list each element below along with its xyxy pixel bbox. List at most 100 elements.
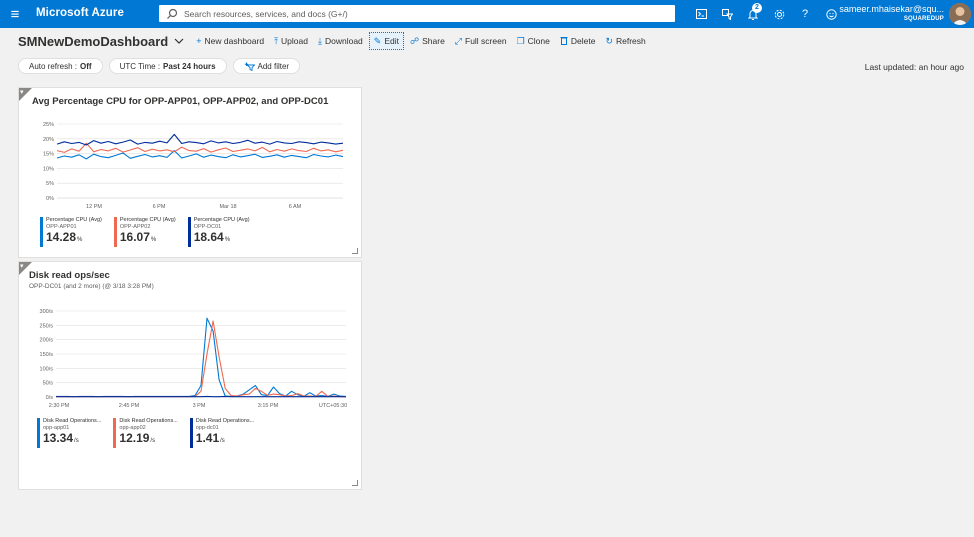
download-button[interactable]: ⤓ Download — [314, 32, 367, 50]
delete-button[interactable]: Delete — [556, 32, 600, 50]
hamburger-menu-icon[interactable]: ≡ — [5, 6, 25, 23]
x-tick-label: 12 PM — [86, 204, 102, 210]
clone-button[interactable]: ❐ Clone — [513, 32, 554, 50]
y-tick-label: 50/s — [43, 381, 54, 387]
notification-badge: 2 — [752, 3, 762, 13]
x-tick-label: 6 AM — [289, 204, 302, 210]
dashboard-title: SMNewDemoDashboard — [18, 33, 169, 49]
y-tick-label: 15% — [43, 152, 54, 158]
resize-handle[interactable] — [352, 248, 358, 254]
series-line-opp-app02 — [56, 142, 344, 153]
chevron-down-icon — [174, 38, 184, 44]
legend-item-opp-dc01[interactable]: Disk Read Operations... opp-dc01 1.41/s — [189, 418, 254, 448]
refresh-icon: ↻ — [605, 35, 613, 46]
time-range-pill[interactable]: UTC Time : Past 24 hours — [108, 58, 227, 74]
legend-item-opp-app01[interactable]: Percentage CPU (Avg) OPP-APP01 14.28% — [40, 217, 102, 247]
x-tick-label: 2:45 PM — [119, 403, 140, 409]
auto-refresh-value: Off — [80, 61, 92, 71]
legend-value-number: 1.41 — [195, 431, 220, 445]
last-updated-text: Last updated: an hour ago — [864, 62, 964, 72]
y-tick-label: 10% — [43, 166, 54, 172]
search-icon — [167, 8, 178, 19]
upload-label: Upload — [281, 36, 308, 46]
cpu-chart-legend: Percentage CPU (Avg) OPP-APP01 14.28% Pe… — [40, 217, 262, 247]
legend-color-bar — [189, 418, 193, 448]
clone-icon: ❐ — [516, 35, 525, 46]
legend-value: 1.41/s — [196, 431, 254, 448]
share-button[interactable]: ☍ Share — [406, 32, 449, 50]
x-tick-label: 3 PM — [193, 403, 206, 409]
edit-button[interactable]: ✎ Edit — [368, 32, 404, 50]
resize-handle[interactable] — [352, 480, 358, 486]
account-menu[interactable]: sameer.mhaisekar@squ... SQUAREDUP — [839, 4, 944, 24]
pin-icon: ▾ — [20, 263, 24, 270]
legend-value: 18.64% — [194, 230, 250, 247]
new-dashboard-button[interactable]: + New dashboard — [192, 32, 268, 50]
disk-chart-legend: Disk Read Operations... opp-app01 13.34/… — [37, 418, 266, 448]
legend-item-opp-dc01[interactable]: Percentage CPU (Avg) OPP-DC01 18.64% — [187, 217, 250, 247]
command-list: + New dashboard ⤒ Upload ⤓ Download ✎ Edit ☍… — [192, 32, 652, 50]
gear-icon[interactable] — [766, 0, 792, 28]
search-box[interactable] — [159, 5, 675, 22]
bell-icon[interactable]: 2 — [740, 0, 766, 28]
legend-color-bar — [40, 217, 43, 247]
pencil-icon: ✎ — [373, 35, 382, 46]
upload-button[interactable]: ⤒ Upload — [270, 32, 312, 50]
legend-item-opp-app01[interactable]: Disk Read Operations... opp-app01 13.34/… — [37, 418, 101, 448]
refresh-button[interactable]: ↻ Refresh — [601, 32, 649, 50]
legend-unit: /s — [74, 438, 79, 444]
brand-title[interactable]: Microsoft Azure — [36, 7, 124, 19]
share-icon: ☍ — [409, 35, 420, 46]
series-line-opp-app01 — [56, 317, 347, 398]
x-tick-label: 6 PM — [153, 204, 166, 210]
y-tick-label: 0% — [46, 196, 54, 202]
legend-value: 12.19/s — [119, 431, 177, 448]
disk-chart-subtitle: OPP-DC01 (and 2 more) (@ 3/18 3:28 PM) — [29, 283, 154, 290]
search-input[interactable] — [184, 8, 674, 19]
legend-value: 14.28% — [46, 230, 102, 247]
add-filter-button[interactable]: Add filter — [232, 58, 301, 74]
legend-metric: Percentage CPU (Avg) — [119, 217, 176, 223]
clone-label: Clone — [527, 36, 550, 46]
legend-value-number: 12.19 — [119, 431, 150, 445]
help-icon[interactable]: ? — [792, 0, 818, 28]
disk-chart-tile[interactable]: ▾ Disk read ops/sec OPP-DC01 (and 2 more… — [18, 261, 362, 490]
legend-unit: /s — [220, 438, 225, 444]
disk-line-chart: 300/s 250/s 200/s 150/s 100/s 50/s 0/s 2:30 PM 2… — [40, 309, 348, 409]
series-line-opp-app01 — [56, 150, 344, 160]
auto-refresh-pill[interactable]: Auto refresh : Off — [18, 58, 103, 74]
disk-chart-title: Disk read ops/sec — [29, 270, 110, 281]
directory-filter-icon[interactable] — [714, 0, 740, 28]
terminal-icon[interactable] — [688, 0, 714, 28]
y-tick-label: 300/s — [40, 309, 54, 315]
cpu-chart-tile[interactable]: ▾ Avg Percentage CPU for OPP-APP01, OPP-… — [18, 87, 362, 258]
x-tick-label: 2:30 PM — [49, 403, 70, 409]
new-dashboard-label: New dashboard — [204, 36, 265, 46]
y-tick-label: 150/s — [40, 352, 54, 358]
dashboard-selector[interactable]: SMNewDemoDashboard — [18, 34, 184, 49]
legend-value: 13.34/s — [43, 431, 101, 448]
legend-metric: Percentage CPU (Avg) — [46, 217, 102, 223]
top-bar: ≡ Microsoft Azure 2 ? sameer.mhaisekar@s… — [0, 0, 974, 28]
user-name: sameer.mhaisekar@squ... — [839, 4, 944, 14]
y-tick-label: 5% — [46, 181, 54, 187]
refresh-label: Refresh — [616, 36, 646, 46]
legend-metric: Disk Read Operations... — [119, 418, 178, 424]
delete-label: Delete — [570, 36, 596, 46]
cpu-chart-title: Avg Percentage CPU for OPP-APP01, OPP-AP… — [32, 96, 329, 107]
legend-unit: % — [150, 237, 157, 243]
series-line-opp-dc01 — [56, 133, 344, 146]
legend-item-opp-app02[interactable]: Disk Read Operations... opp-app02 12.19/… — [113, 418, 178, 448]
legend-color-bar — [113, 418, 117, 448]
legend-value-number: 16.07 — [119, 230, 150, 244]
legend-item-opp-app02[interactable]: Percentage CPU (Avg) OPP-APP02 16.07% — [113, 217, 176, 247]
full-screen-button[interactable]: ⤢ Full screen — [451, 32, 511, 50]
avatar[interactable] — [949, 3, 971, 25]
y-tick-label: 250/s — [40, 323, 54, 329]
edit-label: Edit — [384, 36, 399, 46]
x-tick-label: UTC+05:30 — [319, 403, 347, 409]
legend-metric: Percentage CPU (Avg) — [193, 217, 250, 223]
add-filter-icon — [244, 62, 255, 71]
legend-color-bar — [187, 217, 191, 247]
legend-value-number: 13.34 — [43, 431, 74, 445]
